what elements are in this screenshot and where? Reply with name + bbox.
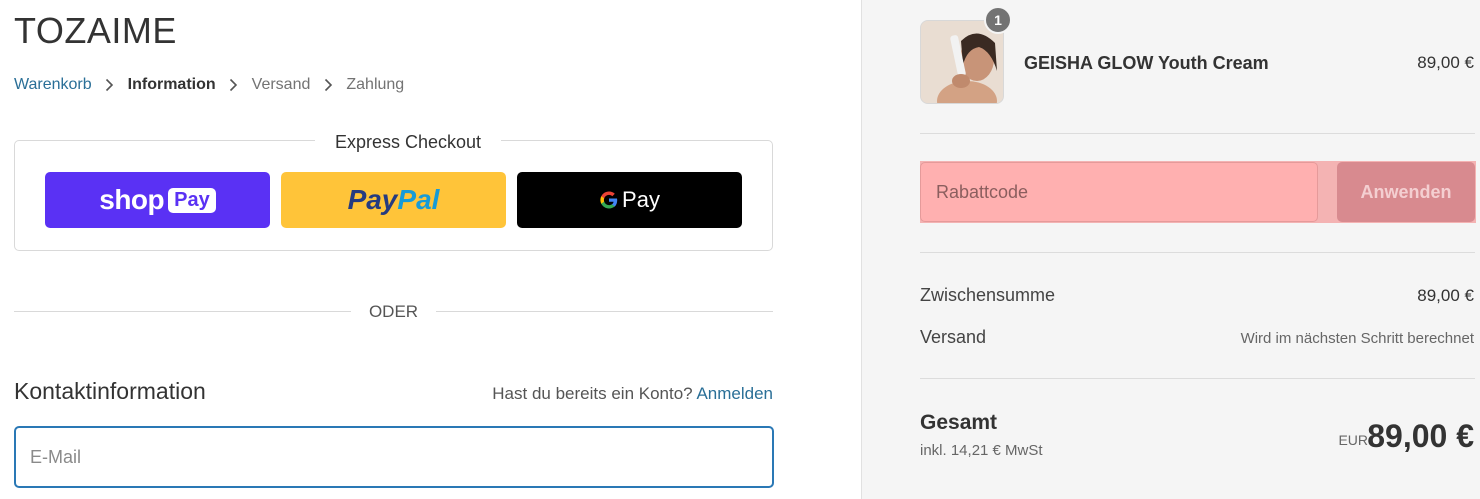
shop-pay-logo: shop [99, 184, 165, 215]
summary-divider [920, 252, 1475, 253]
contact-section-title: Kontaktinformation [14, 378, 206, 404]
breadcrumb-shipping: Versand [251, 76, 311, 93]
currency-code: EUR [1338, 432, 1368, 448]
or-divider: ODER [14, 300, 773, 324]
paypal-button[interactable]: Pay Pal [281, 172, 506, 228]
checkout-main: TOZAIME Warenkorb Information Versand Za… [0, 0, 861, 499]
subtotal-label: Zwischensumme [920, 285, 1056, 305]
email-input[interactable] [14, 426, 774, 488]
breadcrumb: Warenkorb Information Versand Zahlung [14, 76, 404, 94]
product-price: 89,00 € [1417, 53, 1474, 72]
summary-divider [920, 378, 1475, 379]
order-summary: 1 GEISHA GLOW Youth Cream 89,00 € Anwend… [861, 0, 1480, 499]
express-checkout-title: Express Checkout [315, 131, 501, 153]
shipping-value: Wird im nächsten Schritt berechnet [1240, 330, 1474, 347]
google-pay-button[interactable]: Pay [517, 172, 742, 228]
shipping-label: Versand [920, 327, 987, 347]
discount-section: Anwenden [920, 161, 1476, 223]
or-divider-text: ODER [368, 302, 419, 321]
breadcrumb-information: Information [127, 76, 216, 93]
summary-divider [920, 133, 1475, 134]
express-checkout: Express Checkout shop Pay Pay Pal Pay [14, 131, 773, 251]
tax-note: inkl. 14,21 € MwSt [920, 442, 1043, 459]
discount-code-input[interactable] [920, 162, 1318, 222]
paypal-logo-pal: Pal [397, 184, 440, 215]
shop-pay-badge: Pay [168, 187, 216, 213]
breadcrumb-cart[interactable]: Warenkorb [14, 76, 92, 94]
shop-pay-button[interactable]: shop Pay [45, 172, 270, 228]
chevron-right-icon [310, 78, 346, 92]
google-g-icon [599, 190, 619, 210]
total-label: Gesamt [920, 411, 998, 434]
product-name: GEISHA GLOW Youth Cream [1024, 53, 1269, 73]
subtotal-value: 89,00 € [1417, 286, 1474, 305]
google-pay-label: Pay [622, 187, 660, 212]
divider-line [14, 311, 351, 312]
paypal-logo-pay: Pay [347, 184, 398, 215]
account-prompt: Hast du bereits ein Konto? Anmelden [492, 384, 773, 404]
store-logo[interactable]: TOZAIME [14, 10, 177, 52]
quantity-badge: 1 [984, 6, 1012, 34]
account-question-text: Hast du bereits ein Konto? [492, 384, 693, 403]
login-link[interactable]: Anmelden [696, 384, 773, 403]
total-amount: 89,00 € [1367, 418, 1474, 454]
chevron-right-icon [216, 78, 252, 92]
chevron-right-icon [92, 78, 128, 92]
breadcrumb-payment: Zahlung [346, 76, 405, 93]
divider-line [436, 311, 773, 312]
apply-discount-button[interactable]: Anwenden [1337, 162, 1475, 222]
